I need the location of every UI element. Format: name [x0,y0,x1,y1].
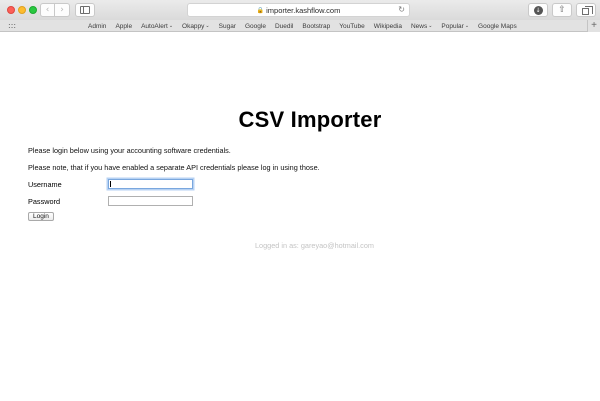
favorite-label: Sugar [218,22,236,30]
plus-icon: + [591,20,597,31]
text-caret [110,181,111,187]
favorite-label: News [410,22,428,30]
tabs-overview-icon [581,5,593,15]
favorite-label: Wikipedia [373,22,402,30]
password-input[interactable] [108,196,193,206]
favorite-label: Admin [88,22,107,30]
favorite-apple[interactable]: Apple [115,23,132,30]
favorites-bar: Admin Apple AutoAlert⌄ Okappy⌄ Sugar Google Du… [0,20,600,32]
chevron-left-icon: ‹ [45,5,50,15]
favorites-list: Admin Apple AutoAlert⌄ Okappy⌄ Sugar Google Du… [88,20,526,32]
login-button[interactable]: Login [28,212,54,221]
minimize-window-icon[interactable] [18,6,26,14]
password-label: Password [28,197,61,206]
share-button[interactable]: ⇧ [552,3,572,17]
page-title: CSV Importer [238,107,382,132]
grid-icon[interactable] [8,23,16,29]
username-label: Username [28,180,62,189]
logged-in-status: Logged in as: gareyao@hotmail.com [255,241,374,250]
favorite-google[interactable]: Google [245,23,266,30]
favorite-label: Google [244,22,266,30]
browser-toolbar: ‹ › 🔒 importer.kashflow.com ↻ ↓ ⇧ [0,0,600,20]
chevron-down-icon: ⌄ [428,23,433,29]
sidebar-toggle-button[interactable] [75,3,95,17]
favorite-autoalert[interactable]: AutoAlert⌄ [141,23,173,30]
favorite-bootstrap[interactable]: Bootstrap [302,23,330,30]
favorite-label: Google Maps [478,22,517,30]
intro-text: Please login below using your accounting… [28,146,231,155]
address-bar[interactable]: 🔒 importer.kashflow.com ↻ [187,3,410,17]
close-window-icon[interactable] [7,6,15,14]
zoom-window-icon[interactable] [29,6,37,14]
chevron-down-icon: ⌄ [168,23,174,29]
back-button[interactable]: ‹ [40,3,55,17]
show-tabs-button[interactable] [576,3,596,17]
favorite-google-maps[interactable]: Google Maps [478,23,517,30]
chevron-right-icon: › [60,5,64,15]
favorite-admin[interactable]: Admin [88,23,106,30]
favorite-label: YouTube [339,22,365,30]
forward-button[interactable]: › [55,3,70,17]
favorite-wikipedia[interactable]: Wikipedia [374,23,402,30]
favorite-popular[interactable]: Popular⌄ [441,23,469,30]
favorite-youtube[interactable]: YouTube [339,23,365,30]
favorite-label: Okappy [182,22,205,30]
favorite-news[interactable]: News⌄ [411,23,432,30]
favorite-label: Apple [115,22,133,30]
favorite-sugar[interactable]: Sugar [219,23,236,30]
chevron-down-icon: ⌄ [464,23,470,29]
share-icon: ⇧ [558,5,566,15]
downloads-button[interactable]: ↓ [528,3,548,17]
lock-icon: 🔒 [256,7,265,14]
download-icon: ↓ [533,5,543,15]
url-text: importer.kashflow.com [266,5,341,15]
favorite-label: Bootstrap [302,22,331,30]
favorite-label: Duedil [274,22,294,30]
favorite-duedil[interactable]: Duedil [275,23,293,30]
chevron-down-icon: ⌄ [205,23,210,29]
reload-icon[interactable]: ↻ [398,5,405,14]
sidebar-icon [80,6,90,14]
username-input[interactable] [108,179,193,189]
api-note-text: Please note, that if you have enabled a … [28,163,320,172]
favorite-okappy[interactable]: Okappy⌄ [182,23,210,30]
favorite-label: Popular [441,22,464,30]
favorite-label: AutoAlert [141,22,168,30]
new-tab-button[interactable]: + [587,20,600,32]
